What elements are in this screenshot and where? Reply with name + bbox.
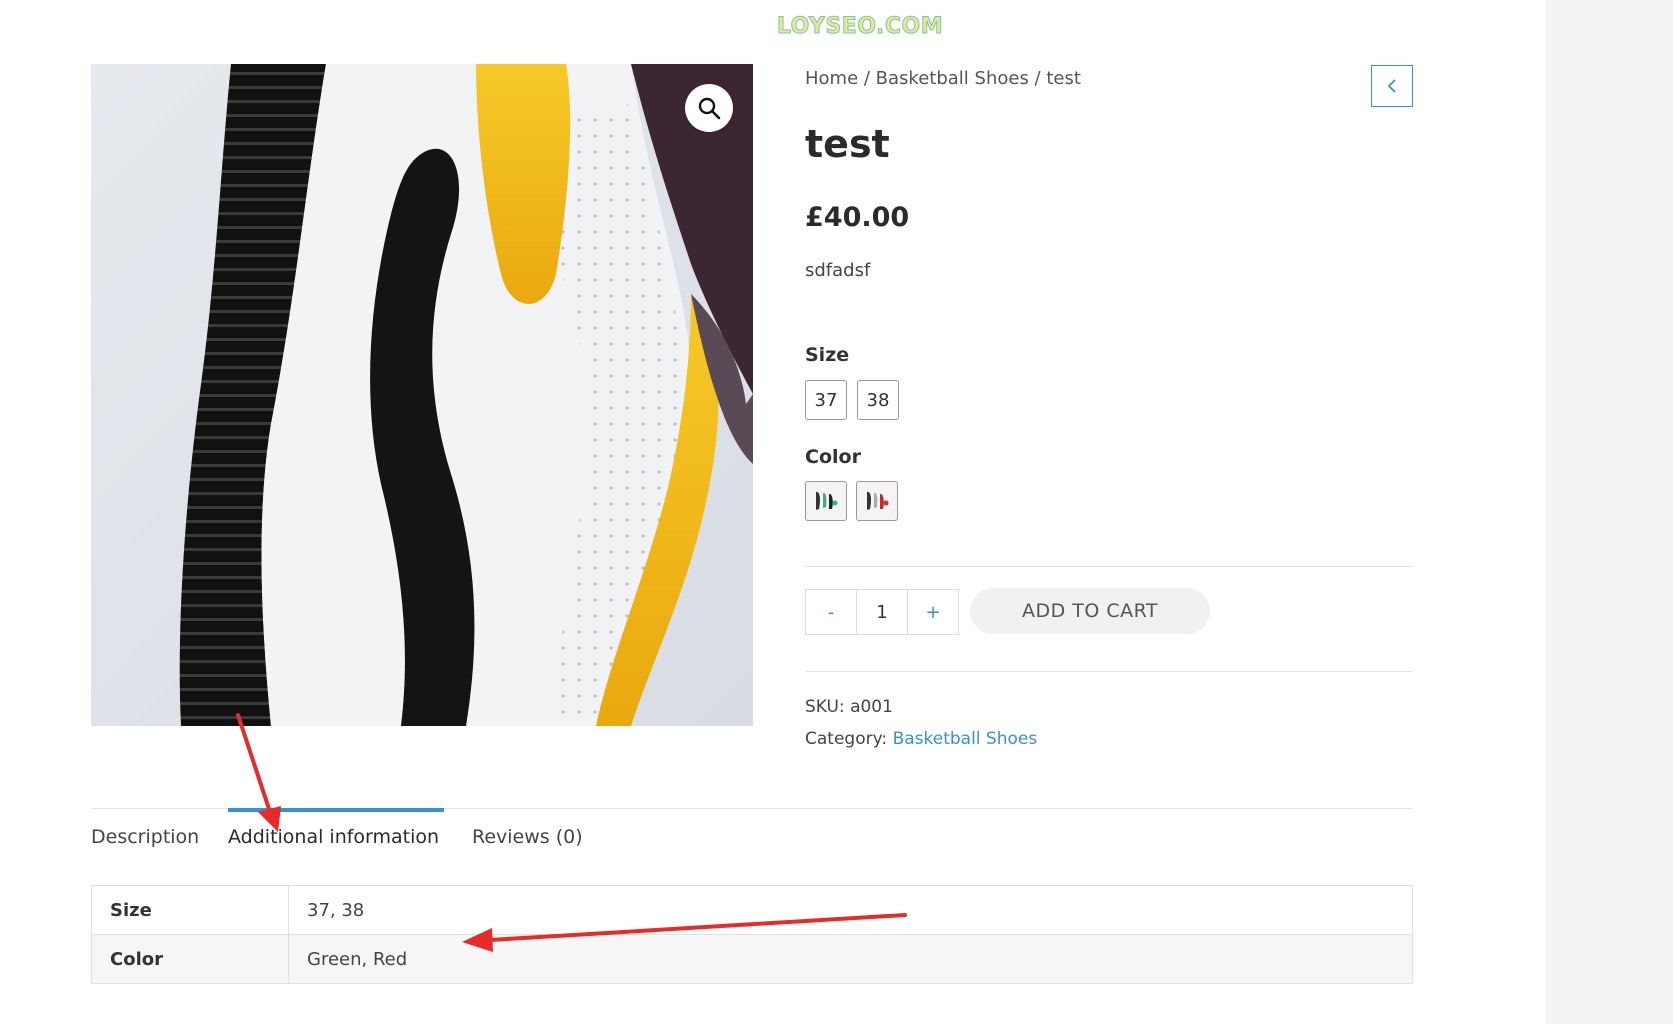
breadcrumb-current: test bbox=[1046, 68, 1081, 89]
category-label: Category: bbox=[805, 729, 888, 749]
tab-description[interactable]: Description bbox=[91, 826, 199, 848]
size-options: 37 38 bbox=[805, 380, 899, 420]
size-label: Size bbox=[805, 344, 850, 366]
previous-product-button[interactable] bbox=[1371, 65, 1413, 107]
table-row: Size 37, 38 bbox=[91, 885, 1413, 935]
browser-right-gutter bbox=[1546, 0, 1673, 1024]
attribute-name: Color bbox=[91, 934, 289, 984]
attribute-value: 37, 38 bbox=[288, 885, 1413, 935]
active-tab-indicator bbox=[228, 808, 444, 812]
shoe-thumbnail-red bbox=[867, 491, 889, 510]
tab-additional-information[interactable]: Additional information bbox=[228, 826, 439, 848]
color-options bbox=[805, 481, 898, 521]
quantity-input[interactable]: 1 bbox=[856, 590, 908, 634]
quantity-stepper: - 1 + bbox=[805, 589, 959, 635]
size-option-37[interactable]: 37 bbox=[805, 380, 847, 420]
table-row: Color Green, Red bbox=[91, 934, 1413, 984]
quantity-increase-button[interactable]: + bbox=[908, 590, 958, 634]
additional-information-table: Size 37, 38 Color Green, Red bbox=[91, 885, 1413, 984]
quantity-decrease-button[interactable]: - bbox=[806, 590, 856, 634]
category-row: Category: Basketball Shoes bbox=[805, 729, 1037, 749]
breadcrumb-separator: / bbox=[858, 68, 876, 89]
color-swatch-red[interactable] bbox=[856, 481, 898, 521]
attribute-value: Green, Red bbox=[288, 934, 1413, 984]
divider bbox=[805, 671, 1413, 672]
breadcrumb-home[interactable]: Home bbox=[805, 68, 858, 89]
annotation-arrow-tab bbox=[236, 713, 281, 832]
category-link[interactable]: Basketball Shoes bbox=[893, 729, 1038, 749]
color-label: Color bbox=[805, 446, 861, 468]
shoe-thumbnail-green bbox=[816, 491, 838, 510]
product-title: test bbox=[805, 122, 890, 166]
color-swatch-green[interactable] bbox=[805, 481, 847, 521]
zoom-button[interactable] bbox=[685, 84, 733, 132]
watermark-logo: LOYSEO.COM bbox=[776, 14, 944, 40]
magnifier-icon bbox=[698, 97, 721, 120]
breadcrumb-category[interactable]: Basketball Shoes bbox=[876, 68, 1029, 89]
tab-reviews[interactable]: Reviews (0) bbox=[472, 826, 583, 848]
divider bbox=[805, 566, 1413, 567]
product-image[interactable] bbox=[91, 64, 753, 726]
chevron-left-icon bbox=[1387, 79, 1396, 93]
product-price: £40.00 bbox=[805, 202, 910, 233]
add-to-cart-button[interactable]: ADD TO CART bbox=[970, 588, 1210, 634]
sku-value: a001 bbox=[850, 697, 893, 717]
size-option-38[interactable]: 38 bbox=[857, 380, 899, 420]
breadcrumb-separator: / bbox=[1028, 68, 1047, 89]
breadcrumb: Home / Basketball Shoes / test bbox=[805, 68, 1081, 89]
sku-label: SKU: bbox=[805, 697, 845, 717]
sku-row: SKU: a001 bbox=[805, 697, 893, 717]
attribute-name: Size bbox=[91, 885, 289, 935]
product-short-description: sdfadsf bbox=[805, 260, 871, 281]
product-photo-shoe-sole bbox=[91, 64, 753, 726]
